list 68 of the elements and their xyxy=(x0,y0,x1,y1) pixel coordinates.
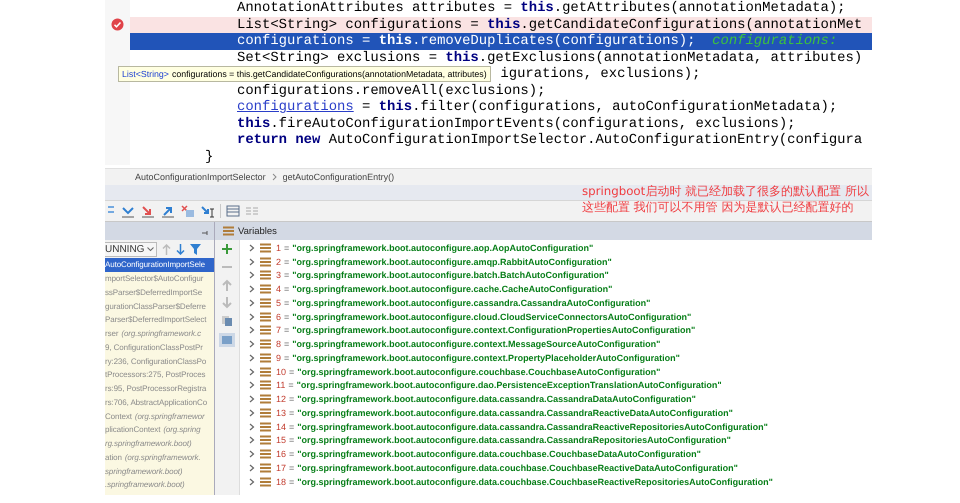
code-line: } xyxy=(204,148,214,165)
list-icon xyxy=(260,352,271,363)
code-line: AnnotationAttributes attributes = this.getAttributes(annotationMetadata); xyxy=(237,0,846,16)
list-icon xyxy=(260,256,271,267)
stack-frame[interactable]: AutoConfigurationImportSele xyxy=(105,258,214,272)
copy-icon[interactable] xyxy=(221,315,233,327)
list-icon xyxy=(260,312,271,322)
chevron-right-icon xyxy=(272,173,277,181)
variable-entry[interactable]: 6 = "org.springframework.boot.autoconfigure.cloud.CloudServiceConnectorsAutoConfiguration" xyxy=(276,312,692,322)
variable-entry[interactable]: 15 = "org.springframework.boot.autoconfigure.data.cassandra.CassandraRepositoriesAutoConfiguration" xyxy=(276,435,731,446)
tooltip-text: configurations = this.getCandidateConfigurations(annotationMetadata, attributes) xyxy=(172,69,487,79)
list-icon xyxy=(260,408,271,418)
breadcrumb-item[interactable]: getAutoConfigurationEntry() xyxy=(282,172,394,182)
variable-entry[interactable]: 12 = "org.springframework.boot.autoconfigure.data.cassandra.CassandraDataAutoConfiguration" xyxy=(276,394,696,404)
variable-entry[interactable]: 5 = "org.springframework.boot.autoconfigure.cassandra.CassandraAutoConfiguration" xyxy=(276,298,650,308)
variable-entry[interactable]: 14 = "org.springframework.boot.autoconfigure.data.cassandra.CassandraReactiveRepositoriesAutoConfiguration" xyxy=(276,422,768,432)
list-icon xyxy=(260,284,271,294)
code-line: Set<String> exclusions = this.getExclusions(annotationMetadata, attributes) xyxy=(237,50,862,66)
code-line: configurations = this.filter(configurations, autoConfigurationMetadata); xyxy=(237,99,838,116)
list-icon xyxy=(260,422,271,432)
code-line: return new AutoConfigurationImportSelector.AutoConfigurationEntry(configura xyxy=(237,132,862,148)
list-icon xyxy=(260,476,271,487)
list-icon xyxy=(260,449,271,460)
list-icon xyxy=(260,462,271,473)
list-icon xyxy=(260,242,271,253)
variable-entry[interactable]: 8 = "org.springframework.boot.autoconfigure.context.MessageSourceAutoConfiguration" xyxy=(276,339,660,350)
code-line: igurations, exclusions); xyxy=(500,66,700,82)
list-icon xyxy=(260,366,271,377)
annotation-note: springboot启动时 就已经加载了很多的默认配置 所以这些配置 我们可以不用管 因为是默认已经配置好的 xyxy=(582,183,870,215)
cursor-arrow-icon[interactable] xyxy=(200,204,215,218)
list-icon xyxy=(260,394,271,404)
variable-entry[interactable]: 11 = "org.springframework.boot.autoconfigure.dao.PersistenceExceptionTranslationAutoConfiguration" xyxy=(276,380,722,390)
variable-entry[interactable]: 3 = "org.springframework.boot.autoconfigure.batch.BatchAutoConfiguration" xyxy=(276,270,609,280)
breakpoint-icon[interactable] xyxy=(111,18,124,32)
variable-entry[interactable]: 10 = "org.springframework.boot.autoconfigure.couchbase.CouchbaseAutoConfiguration" xyxy=(276,366,660,377)
code-line: configurations = this.removeDuplicates(configurations); xyxy=(237,33,696,50)
plus-icon[interactable] xyxy=(221,243,233,255)
variable-entry[interactable]: 7 = "org.springframework.boot.autoconfigure.context.ConfigurationPropertiesAutoConfiguration" xyxy=(276,325,696,336)
list-icon xyxy=(260,270,271,280)
list-icon xyxy=(260,339,271,350)
caret-icon xyxy=(147,246,154,252)
inline-debug-value: configurations: xyxy=(712,33,838,50)
list-icon xyxy=(260,380,271,390)
list-icon xyxy=(260,325,271,336)
code-line: this.fireAutoConfigurationImportEvents(configurations, exclusions); xyxy=(237,116,796,132)
list-icon xyxy=(260,435,271,446)
variable-entry[interactable]: 4 = "org.springframework.boot.autoconfigure.cache.CacheAutoConfiguration" xyxy=(276,284,612,294)
variable-entry[interactable]: 17 = "org.springframework.boot.autoconfigure.data.couchbase.CouchbaseReactiveDataAutoConfiguration" xyxy=(276,462,738,473)
variable-entry[interactable]: 2 = "org.springframework.boot.autoconfigure.amqp.RabbitAutoConfiguration" xyxy=(276,256,612,267)
thread-dropdown[interactable]: UNNING xyxy=(105,242,157,256)
variable-entry[interactable]: 1 = "org.springframework.boot.autoconfigure.aop.AopAutoConfiguration" xyxy=(276,242,594,253)
table-icon[interactable] xyxy=(226,204,240,218)
variable-entry[interactable]: 9 = "org.springframework.boot.autoconfigure.context.PropertyPlaceholderAutoConfiguration" xyxy=(276,352,680,363)
variable-entry[interactable]: 13 = "org.springframework.boot.autoconfigure.data.cassandra.CassandraReactiveDataAutoConfiguration" xyxy=(276,408,733,418)
list-icon xyxy=(260,298,271,308)
breadcrumb-item[interactable]: AutoConfigurationImportSelector xyxy=(135,172,266,182)
arrow-down-icon[interactable] xyxy=(140,204,155,218)
variable-entry[interactable]: 18 = "org.springframework.boot.autoconfigure.data.couchbase.CouchbaseReactiveRepositoriesAutoConfiguration" xyxy=(276,476,773,487)
code-line: configurations.removeAll(exclusions); xyxy=(237,82,546,99)
arrow-up-icon[interactable] xyxy=(160,204,175,218)
arrow-down-icon[interactable] xyxy=(176,244,185,254)
variable-entry[interactable]: 16 = "org.springframework.boot.autoconfigure.data.couchbase.CouchbaseDataAutoConfiguration" xyxy=(276,449,701,460)
code-line: List<String> configurations = this.getCandidateConfigurations(annotationMet xyxy=(237,16,862,33)
filter-icon[interactable] xyxy=(190,244,201,254)
cancel-icon[interactable] xyxy=(180,204,195,218)
list-icon xyxy=(223,226,234,236)
tooltip-type: List<String> xyxy=(122,69,169,79)
panel-title: Variables xyxy=(238,226,277,236)
